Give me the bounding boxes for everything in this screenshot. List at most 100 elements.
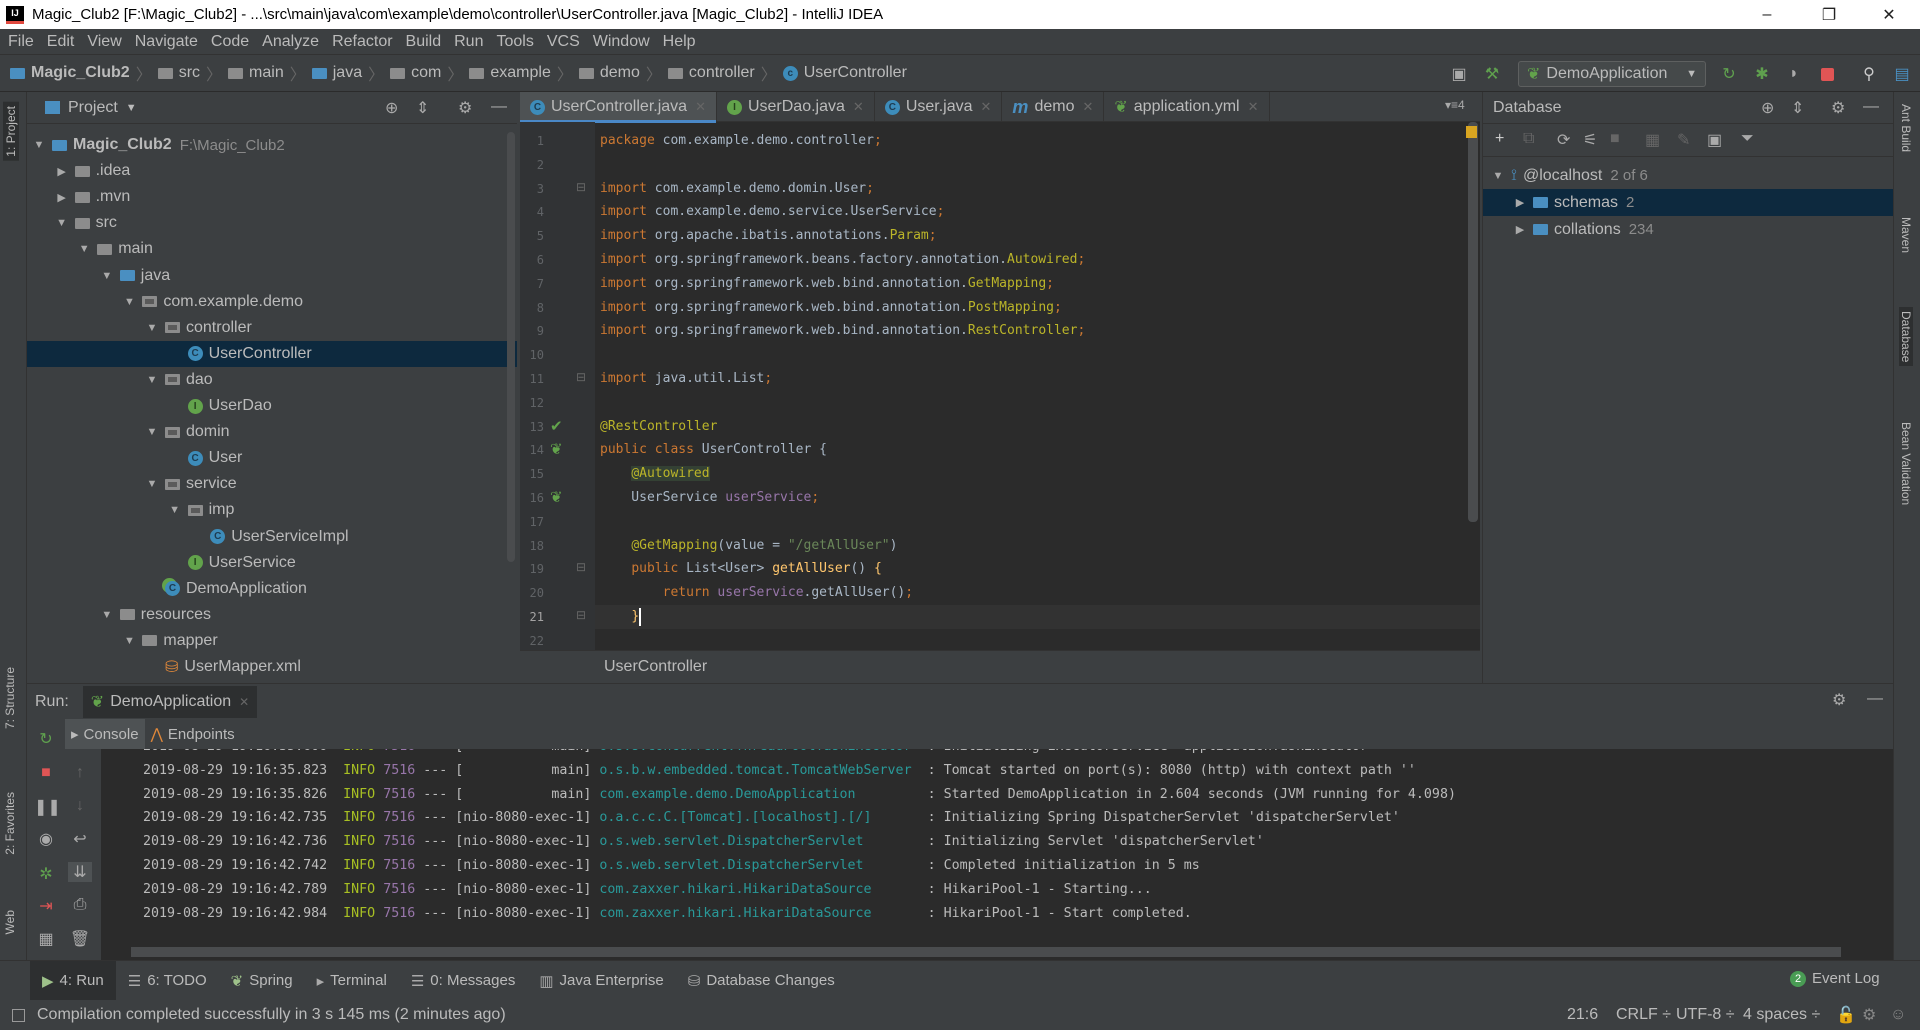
menu-tools[interactable]: Tools bbox=[496, 33, 533, 51]
breadcrumb-item[interactable]: demo 〉 bbox=[578, 61, 662, 85]
menu-run[interactable]: Run bbox=[454, 33, 483, 51]
fold-icon[interactable]: ⊟ bbox=[576, 370, 586, 384]
tool-tab-messages[interactable]: ☰ 0: Messages bbox=[399, 961, 528, 1001]
chevron-down-icon[interactable]: ▼ bbox=[145, 426, 159, 438]
console-icon[interactable]: ▣ bbox=[1707, 130, 1722, 150]
encoding-select[interactable]: UTF-8 ÷ bbox=[1676, 1000, 1735, 1030]
tool-tab-maven[interactable]: Maven bbox=[1899, 217, 1913, 253]
close-button[interactable]: ✕ bbox=[1866, 0, 1912, 29]
rerun-icon[interactable]: ↻ bbox=[1717, 62, 1741, 86]
maximize-button[interactable]: ❐ bbox=[1806, 0, 1852, 29]
tool-tab-web[interactable]: Web bbox=[3, 910, 17, 934]
tool-tab-database[interactable]: Database bbox=[1899, 307, 1913, 367]
tool-tab-project[interactable]: 1: Project bbox=[3, 102, 19, 161]
breadcrumb-item[interactable]: com 〉 bbox=[390, 61, 463, 85]
tree-item[interactable]: ▶ .mvn bbox=[27, 184, 517, 210]
tab-application-yml[interactable]: ❦ application.yml ✕ bbox=[1104, 92, 1270, 122]
bean-icon[interactable]: ✔ bbox=[550, 417, 563, 435]
menu-build[interactable]: Build bbox=[406, 33, 442, 51]
breadcrumb-item[interactable]: c UserController bbox=[782, 64, 907, 82]
breadcrumb-item[interactable]: java 〉 bbox=[311, 61, 384, 85]
menu-vcs[interactable]: VCS bbox=[547, 33, 580, 51]
breadcrumb-item[interactable]: Magic_Club2 〉 bbox=[10, 61, 152, 85]
tree-item[interactable]: ▼ controller bbox=[27, 315, 517, 341]
tool-tab-spring[interactable]: ❦ Spring bbox=[219, 961, 305, 1001]
down-arrow-icon[interactable]: ↓ bbox=[68, 797, 92, 815]
chevron-down-icon[interactable]: ▼ bbox=[145, 478, 159, 490]
chevron-down-icon[interactable]: ▼ bbox=[32, 139, 46, 151]
chevron-down-icon[interactable]: ▼ bbox=[1491, 170, 1505, 182]
chevron-right-icon[interactable]: ▶ bbox=[1513, 196, 1527, 209]
trash-icon[interactable]: 🗑 bbox=[68, 929, 92, 949]
toggle-tool-windows-icon[interactable] bbox=[12, 1008, 25, 1022]
console-output[interactable]: 2019-08-29 19:16:35.606 INFO 7516 --- [ … bbox=[101, 749, 1893, 961]
up-arrow-icon[interactable]: ↑ bbox=[68, 764, 92, 782]
hide-icon[interactable]: — bbox=[1867, 690, 1883, 708]
scroll-to-end-icon[interactable]: ⇊ bbox=[68, 862, 92, 882]
editor-scrollbar[interactable] bbox=[1468, 122, 1478, 522]
exit-icon[interactable]: ⇥ bbox=[34, 896, 58, 916]
line-separator-select[interactable]: CRLF ÷ bbox=[1616, 1000, 1671, 1030]
tab-endpoints[interactable]: ⋀ Endpoints bbox=[145, 719, 241, 749]
close-tab-icon[interactable]: ✕ bbox=[853, 99, 864, 115]
autowired-bean-icon[interactable]: ❦ bbox=[550, 488, 563, 506]
database-tree-item[interactable]: ▶ schemas 2 bbox=[1483, 189, 1893, 216]
tool-tab-ant-build[interactable]: Ant Build bbox=[1899, 104, 1913, 152]
tree-item[interactable]: I UserDao bbox=[27, 393, 517, 419]
chevron-down-icon[interactable]: ▼ bbox=[122, 296, 136, 308]
spring-bean-class-icon[interactable]: ❦ bbox=[550, 440, 563, 458]
camera-icon[interactable]: ◉ bbox=[34, 829, 58, 849]
menu-edit[interactable]: Edit bbox=[47, 33, 75, 51]
warning-marker[interactable] bbox=[1466, 126, 1477, 138]
database-tree-item[interactable]: ▼ ⟟ @localhost 2 of 6 bbox=[1483, 162, 1893, 189]
chevron-down-icon[interactable]: ▼ bbox=[77, 243, 91, 255]
close-tab-icon[interactable]: ✕ bbox=[239, 695, 249, 709]
inspection-icon[interactable]: ⚙ bbox=[1862, 1000, 1876, 1030]
tree-item[interactable]: ▼ src bbox=[27, 210, 517, 236]
chevron-right-icon[interactable]: ▶ bbox=[1513, 223, 1527, 236]
gear-icon[interactable]: ⚙ bbox=[1832, 690, 1846, 710]
locate-icon[interactable]: ⊕ bbox=[1761, 98, 1774, 118]
menu-help[interactable]: Help bbox=[663, 33, 696, 51]
chevron-right-icon[interactable]: ▶ bbox=[55, 165, 69, 178]
tree-item[interactable]: ▼ resources bbox=[27, 602, 517, 628]
tree-item[interactable]: ▶ .idea bbox=[27, 158, 517, 184]
stop-icon[interactable]: ■ bbox=[1610, 130, 1620, 148]
tree-item[interactable]: ▼ Magic_Club2 F:\Magic_Club2 bbox=[27, 132, 517, 158]
chevron-down-icon[interactable]: ▼ bbox=[100, 609, 114, 621]
breadcrumb-item[interactable]: example 〉 bbox=[469, 61, 573, 85]
tab-userdao-java[interactable]: I UserDao.java ✕ bbox=[717, 92, 875, 122]
menu-view[interactable]: View bbox=[87, 33, 121, 51]
filter-icon[interactable]: ⏷ bbox=[1741, 130, 1754, 148]
chevron-down-icon[interactable]: ▼ bbox=[55, 217, 69, 229]
fold-icon[interactable]: ⊟ bbox=[576, 608, 586, 622]
lock-icon[interactable]: 🔓 bbox=[1836, 1000, 1856, 1030]
build-hammer-icon[interactable]: ⚒ bbox=[1480, 62, 1504, 86]
project-scrollbar[interactable] bbox=[507, 132, 515, 562]
tab-usercontroller-java[interactable]: C UserController.java ✕ bbox=[520, 92, 717, 123]
gear-icon[interactable]: ⚙ bbox=[1831, 98, 1845, 118]
close-tab-icon[interactable]: ✕ bbox=[1248, 99, 1259, 115]
schema-settings-icon[interactable]: ⚟ bbox=[1583, 130, 1597, 150]
menu-refactor[interactable]: Refactor bbox=[332, 33, 392, 51]
tool-tab-bean-validation[interactable]: Bean Validation bbox=[1899, 422, 1913, 505]
soft-wrap-icon[interactable]: ↩ bbox=[68, 829, 92, 849]
database-tree-item[interactable]: ▶ collations 234 bbox=[1483, 216, 1893, 243]
editor-breadcrumb-item[interactable]: UserController bbox=[604, 658, 707, 676]
rerun-icon[interactable]: ↻ bbox=[34, 729, 58, 749]
refresh-icon[interactable]: ⟳ bbox=[1557, 130, 1570, 150]
close-tab-icon[interactable]: ✕ bbox=[1082, 99, 1093, 115]
chevron-down-icon[interactable]: ▼ bbox=[168, 504, 182, 516]
chevron-down-icon[interactable]: ▼ bbox=[145, 322, 159, 334]
tree-item[interactable]: ▼ main bbox=[27, 236, 517, 262]
tree-item[interactable]: ▼ com.example.demo bbox=[27, 289, 517, 315]
table-icon[interactable]: ▦ bbox=[1645, 130, 1660, 150]
chevron-down-icon[interactable]: ▼ bbox=[126, 102, 137, 114]
caret-position[interactable]: 21:6 bbox=[1567, 1000, 1598, 1030]
add-icon[interactable]: + bbox=[1495, 130, 1504, 148]
edit-icon[interactable]: ✎ bbox=[1677, 130, 1690, 150]
tree-item[interactable]: ▼ domin bbox=[27, 419, 517, 445]
chevron-down-icon[interactable]: ▼ bbox=[122, 635, 136, 647]
tab-user-java[interactable]: C User.java ✕ bbox=[875, 92, 1003, 122]
menu-window[interactable]: Window bbox=[593, 33, 650, 51]
